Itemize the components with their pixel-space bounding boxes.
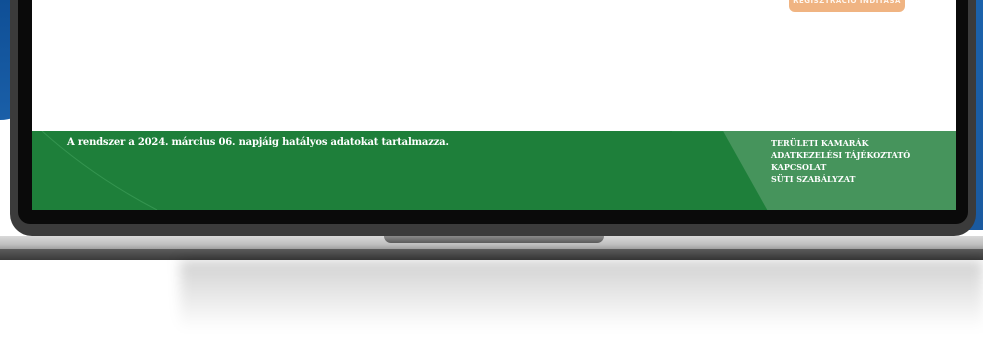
footer-link-adatkezelesi-tajekoztato[interactable]: ADATKEZELÉSI TÁJÉKOZTATÓ: [771, 149, 910, 161]
laptop-base-edge: [0, 249, 983, 260]
page-content: REGISZTRÁCIÓ INDÍTÁSA: [32, 0, 956, 130]
registration-button-label: REGISZTRÁCIÓ INDÍTÁSA: [793, 0, 901, 5]
footer: A rendszer a 2024. március 06. napjáig h…: [32, 131, 956, 210]
footer-links: TERÜLETI KAMARÁK ADATKEZELÉSI TÁJÉKOZTAT…: [771, 137, 910, 185]
registration-button[interactable]: REGISZTRÁCIÓ INDÍTÁSA: [789, 0, 905, 12]
footer-link-teruleti-kamarak[interactable]: TERÜLETI KAMARÁK: [771, 137, 910, 149]
footer-notice: A rendszer a 2024. március 06. napjáig h…: [67, 137, 449, 148]
footer-link-kapcsolat[interactable]: KAPCSOLAT: [771, 161, 910, 173]
laptop-screen: REGISZTRÁCIÓ INDÍTÁSA A rendszer a 2024.…: [32, 0, 956, 210]
laptop-shadow: [180, 260, 983, 330]
laptop-hinge-notch: [384, 236, 604, 243]
footer-link-suti-szabalyzat[interactable]: SÜTI SZABÁLYZAT: [771, 173, 910, 185]
